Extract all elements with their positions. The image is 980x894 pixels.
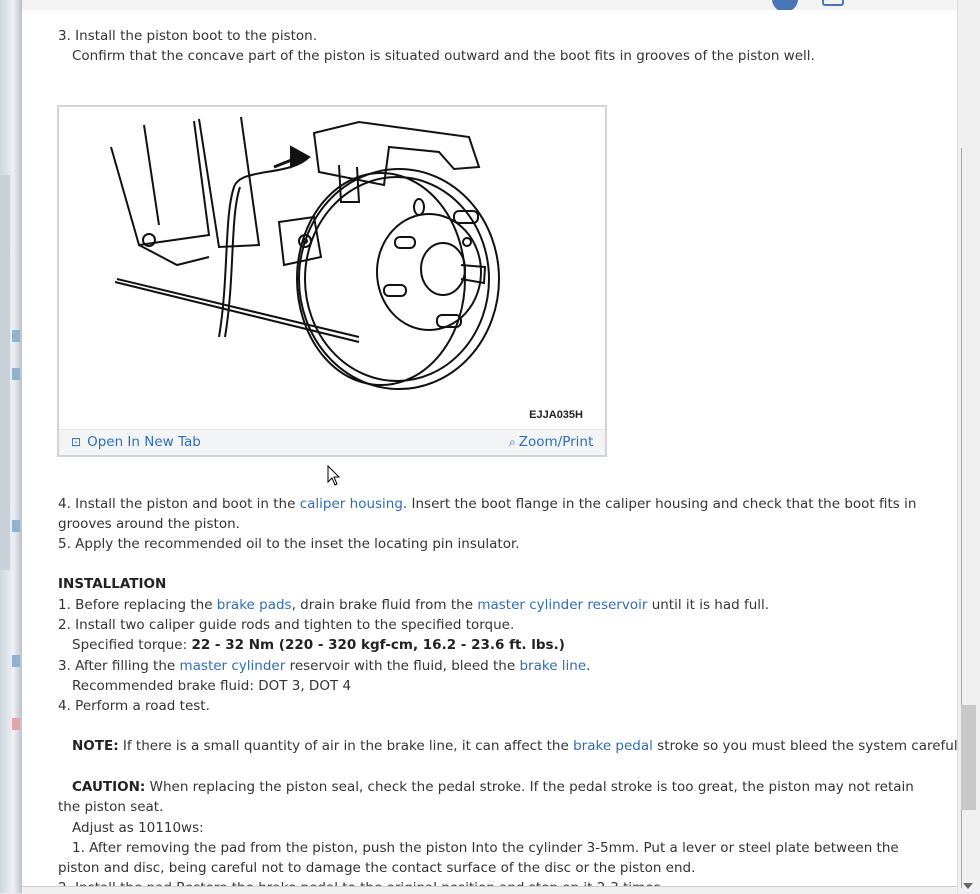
- document-content: 3. Install the piston boot to the piston…: [22, 10, 957, 890]
- left-edge-marker: [12, 655, 20, 667]
- caution-paragraph: CAUTION: When replacing the piston seal,…: [58, 777, 938, 817]
- install-step-3-text: 3. After filling the: [58, 658, 180, 674]
- note-label: NOTE:: [72, 738, 119, 754]
- step-4: 4. Install the piston and boot in the ca…: [58, 494, 938, 534]
- install-step-4: 4. Perform a road test.: [58, 698, 210, 714]
- scrollbar-thumb[interactable]: [961, 705, 976, 810]
- master-cylinder-link[interactable]: master cylinder: [180, 658, 286, 674]
- figure-toolbar: ⊡ Open In New Tab ⌕ Zoom/Print: [59, 429, 605, 455]
- step-3: 3. Install the piston boot to the piston…: [58, 28, 318, 44]
- note-paragraph: NOTE: If there is a small quantity of ai…: [58, 736, 957, 756]
- left-edge-marker: [12, 368, 20, 380]
- zoom-magnifier-icon: ⌕: [509, 435, 516, 449]
- caution-label: CAUTION:: [72, 779, 146, 795]
- brake-pedal-link[interactable]: brake pedal: [573, 738, 653, 754]
- vertical-scrollbar[interactable]: [957, 0, 980, 893]
- install-step-3-text-b: reservoir with the fluid, bleed the: [285, 658, 520, 674]
- recommended-brake-fluid: Recommended brake fluid: DOT 3, DOT 4: [72, 678, 352, 694]
- step-3-note: Confirm that the concave part of the pis…: [72, 48, 815, 64]
- specified-torque: Specified torque: 22 - 32 Nm (220 - 320 …: [58, 635, 952, 655]
- figure-code-label: EJJA035H: [529, 409, 583, 421]
- left-edge-marker: [12, 520, 20, 532]
- left-edge-marker: [12, 330, 20, 342]
- brake-caliper-illustration: [110, 116, 500, 390]
- step-4-text: 4. Install the piston and boot in the: [58, 496, 300, 512]
- brake-caliper-figure: EJJA035H ⊡ Open In New Tab ⌕ Zoom/Print: [57, 105, 607, 457]
- installation-heading: INSTALLATION: [58, 576, 167, 592]
- zoom-print-button[interactable]: ⌕ Zoom/Print: [509, 434, 593, 450]
- left-window-edge: [0, 0, 23, 893]
- install-step-1-text-b: , drain brake fluid from the: [291, 597, 478, 613]
- install-step-3-text-c: .: [586, 658, 591, 674]
- left-edge-marker: [12, 718, 20, 730]
- zoom-print-label: Zoom/Print: [518, 434, 594, 450]
- install-step-2: 2. Install two caliper guide rods and ti…: [58, 617, 515, 633]
- adjust-heading: Adjust as 10110ws:: [72, 820, 204, 836]
- torque-label: Specified torque:: [72, 637, 192, 653]
- install-step-1-text: 1. Before replacing the: [58, 597, 217, 613]
- adjust-step-1: 1. After removing the pad from the pisto…: [58, 840, 899, 876]
- caliper-housing-link[interactable]: caliper housing: [300, 496, 403, 512]
- brake-line-link[interactable]: brake line: [519, 658, 586, 674]
- torque-value: 22 - 32 Nm (220 - 320 kgf-cm, 16.2 - 23.…: [191, 637, 565, 653]
- open-in-new-tab-label: Open In New Tab: [87, 434, 201, 450]
- step-5: 5. Apply the recommended oil to the inse…: [58, 536, 520, 552]
- note-text: If there is a small quantity of air in t…: [118, 738, 574, 754]
- note-text-b: stroke so you must bleed the system care…: [652, 738, 957, 754]
- mouse-cursor-icon: [327, 465, 341, 486]
- open-in-new-tab-icon: ⊡: [71, 435, 82, 449]
- install-step-1: 1. Before replacing the brake pads, drai…: [58, 595, 938, 615]
- install-step-1-text-c: until it is had full.: [647, 597, 770, 613]
- scroll-down-arrow-icon[interactable]: [963, 883, 973, 889]
- caution-text: When replacing the piston seal, check th…: [58, 779, 914, 815]
- open-in-new-tab-button[interactable]: ⊡ Open In New Tab: [71, 434, 201, 450]
- tray-icon[interactable]: [822, 0, 844, 6]
- brake-pads-link[interactable]: brake pads: [217, 597, 292, 613]
- install-step-3: 3. After filling the master cylinder res…: [58, 656, 938, 676]
- left-scroll-knob[interactable]: [0, 175, 10, 570]
- master-cylinder-reservoir-link[interactable]: master cylinder reservoir: [477, 597, 647, 613]
